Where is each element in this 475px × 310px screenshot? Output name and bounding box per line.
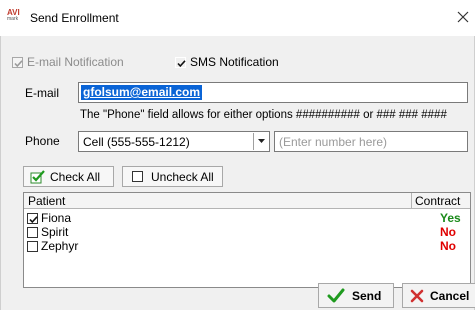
chevron-down-icon	[258, 139, 265, 143]
phone-number-field[interactable]: (Enter number here)	[274, 131, 468, 152]
table-row[interactable]: Zephyr No	[24, 240, 470, 253]
email-notification-label: E-mail Notification	[27, 55, 124, 69]
sms-notification-label: SMS Notification	[190, 55, 279, 69]
send-label: Send	[352, 289, 382, 303]
send-button[interactable]: Send	[318, 283, 394, 308]
email-label: E-mail	[25, 86, 60, 100]
logo-subtext: mark	[7, 16, 19, 22]
row-checkbox[interactable]	[27, 241, 38, 252]
table-header: Patient Contract	[24, 193, 470, 209]
patient-name: Fiona	[41, 211, 72, 225]
contract-status: No	[440, 239, 456, 253]
patient-table: Patient Contract Fiona Yes Spirit No Zep…	[23, 192, 471, 288]
email-field[interactable]: gfolsum@email.com	[78, 82, 468, 103]
check-icon	[29, 216, 38, 224]
empty-box-icon	[132, 171, 143, 182]
email-value: gfolsum@email.com	[81, 85, 203, 100]
check-all-label: Check All	[50, 170, 101, 184]
row-checkbox[interactable]	[27, 227, 38, 238]
check-icon	[327, 288, 345, 303]
column-header-contract[interactable]: Contract	[415, 194, 460, 208]
dropdown-button[interactable]	[253, 133, 268, 150]
uncheck-all-button[interactable]: Uncheck All	[122, 166, 223, 187]
app-logo: AVI mark	[7, 9, 23, 23]
uncheck-all-label: Uncheck All	[151, 170, 214, 184]
dialog-body: E-mail Notification SMS Notification E-m…	[0, 36, 475, 310]
row-checkbox[interactable]	[27, 213, 38, 224]
contract-status: No	[440, 225, 456, 239]
phone-label: Phone	[25, 134, 60, 148]
phone-number-placeholder: (Enter number here)	[279, 135, 388, 149]
title-bar: AVI mark Send Enrollment	[0, 0, 475, 36]
contract-status: Yes	[440, 211, 461, 225]
check-all-button[interactable]: Check All	[23, 166, 114, 187]
sms-notification-checkbox[interactable]	[175, 57, 186, 68]
cancel-label: Cancel	[430, 289, 470, 303]
close-icon	[457, 11, 469, 23]
check-icon	[14, 60, 23, 68]
table-row[interactable]: Spirit No	[24, 226, 470, 239]
phone-type-value: Cell (555-555-1212)	[83, 135, 190, 149]
email-notification-checkbox[interactable]	[12, 57, 23, 68]
check-icon	[177, 60, 186, 68]
phone-type-select[interactable]: Cell (555-555-1212)	[78, 131, 270, 152]
column-header-patient[interactable]: Patient	[28, 194, 65, 208]
close-icon	[410, 289, 424, 303]
patient-name: Zephyr	[41, 239, 79, 253]
column-divider	[411, 193, 412, 209]
cancel-button[interactable]: Cancel	[402, 283, 475, 308]
green-check-box-icon	[30, 170, 45, 184]
window-title: Send Enrollment	[30, 11, 119, 25]
phone-format-hint: The "Phone" field allows for either opti…	[80, 109, 447, 121]
table-row[interactable]: Fiona Yes	[24, 212, 470, 225]
close-button[interactable]	[455, 8, 471, 26]
patient-name: Spirit	[41, 225, 69, 239]
